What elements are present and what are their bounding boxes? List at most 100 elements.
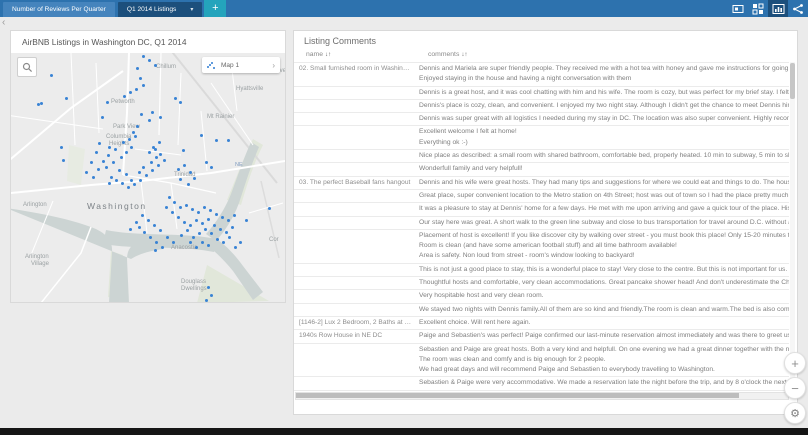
map-point[interactable]	[198, 232, 201, 235]
name-cell[interactable]	[294, 88, 412, 98]
map-point[interactable]	[122, 141, 125, 144]
map-point[interactable]	[142, 166, 145, 169]
map-point[interactable]	[142, 84, 145, 87]
map-point[interactable]	[158, 141, 161, 144]
map-point[interactable]	[136, 67, 139, 70]
map-point[interactable]	[128, 138, 131, 141]
map-canvas[interactable]: ChillumRiveHyattsvillePetworthMt Rainier…	[11, 53, 285, 302]
table-row[interactable]: [1146-2] Lux 2 Bedroom, 2 Baths at G... E…	[294, 315, 789, 329]
map-point[interactable]	[231, 226, 234, 229]
table-row[interactable]: It was a pleasure to stay at Dennis' hom…	[294, 202, 789, 215]
table-row[interactable]: 1940s Row House in NE DC Paige and Sebast…	[294, 329, 789, 342]
map-point[interactable]	[95, 151, 98, 154]
comment-cell[interactable]: Dennis and his wife were great hosts. Th…	[412, 178, 789, 188]
map-point[interactable]	[141, 214, 144, 217]
map-point[interactable]	[200, 134, 203, 137]
table-row[interactable]: This is not just a good place to stay, t…	[294, 262, 789, 276]
table-row[interactable]: We stayed two nights with Dennis family.…	[294, 302, 789, 316]
map-point[interactable]	[115, 179, 118, 182]
name-cell[interactable]	[294, 278, 412, 288]
map-point[interactable]	[118, 169, 121, 172]
map-point[interactable]	[189, 171, 192, 174]
name-cell[interactable]: 03. The perfect Baseball fans hangout	[294, 178, 412, 188]
map-point[interactable]	[189, 241, 192, 244]
map-point[interactable]	[210, 232, 213, 235]
map-point[interactable]	[189, 224, 192, 227]
name-cell[interactable]	[294, 101, 412, 111]
map-point[interactable]	[138, 226, 141, 229]
map-point[interactable]	[92, 176, 95, 179]
map-point[interactable]	[112, 161, 115, 164]
map-point[interactable]	[129, 228, 132, 231]
map-point[interactable]	[179, 101, 182, 104]
map-point[interactable]	[183, 164, 186, 167]
table-row[interactable]: 02. Small furnished room in Washingt... D…	[294, 62, 789, 86]
map-point[interactable]	[205, 299, 208, 302]
table-row[interactable]: Thoughtful hosts and comfortable, very c…	[294, 276, 789, 289]
map-point[interactable]	[195, 246, 198, 249]
add-tab-button[interactable]: +	[204, 0, 227, 17]
map-point[interactable]	[205, 161, 208, 164]
map-point[interactable]	[210, 166, 213, 169]
table-row[interactable]: Wonderfull family and very helpfull!	[294, 162, 789, 175]
map-point[interactable]	[165, 206, 168, 209]
map-point[interactable]	[225, 231, 228, 234]
map-point[interactable]	[142, 55, 145, 58]
column-header-comments[interactable]: comments ↓↑	[428, 51, 467, 58]
name-cell[interactable]: 02. Small furnished room in Washingt...	[294, 64, 412, 85]
table-row[interactable]: Placement of host is excellent! If you l…	[294, 228, 789, 263]
map-point[interactable]	[207, 244, 210, 247]
map-layer-selector[interactable]: Map 1 ›	[202, 57, 280, 73]
tab-number-of-reviews[interactable]: Number of Reviews Per Quarter	[3, 2, 115, 17]
sort-icon[interactable]: ↓↑	[461, 52, 467, 58]
map-point[interactable]	[207, 286, 210, 289]
share-icon[interactable]	[788, 0, 808, 17]
map-point[interactable]	[120, 156, 123, 159]
name-cell[interactable]	[294, 204, 412, 214]
map-point[interactable]	[182, 149, 185, 152]
map-point[interactable]	[108, 146, 111, 149]
map-point[interactable]	[114, 148, 117, 151]
name-cell[interactable]	[294, 231, 412, 262]
map-point[interactable]	[130, 179, 133, 182]
map-point[interactable]	[233, 214, 236, 217]
name-cell[interactable]	[294, 345, 412, 376]
map-point[interactable]	[121, 182, 124, 185]
map-point[interactable]	[134, 135, 137, 138]
map-point[interactable]	[133, 183, 136, 186]
map-point[interactable]	[227, 219, 230, 222]
map-point[interactable]	[125, 151, 128, 154]
map-point[interactable]	[173, 201, 176, 204]
map-point[interactable]	[155, 156, 158, 159]
map-point[interactable]	[168, 196, 171, 199]
vertical-scrollbar-thumb[interactable]	[790, 63, 795, 99]
map-point[interactable]	[185, 204, 188, 207]
name-cell[interactable]	[294, 305, 412, 315]
map-point[interactable]	[180, 234, 183, 237]
table-row[interactable]: Sebastien & Paige were very accommodativ…	[294, 376, 789, 389]
map-point[interactable]	[159, 229, 162, 232]
map-point[interactable]	[127, 186, 130, 189]
column-header-name[interactable]: name ↓↑	[306, 51, 331, 58]
map-point[interactable]	[150, 161, 153, 164]
map-point[interactable]	[183, 221, 186, 224]
table-row[interactable]: Great place, super convenient location t…	[294, 188, 789, 202]
name-cell[interactable]: 1940s Row House in NE DC	[294, 331, 412, 341]
map-point[interactable]	[154, 64, 157, 67]
map-point[interactable]	[174, 97, 177, 100]
map-point[interactable]	[171, 211, 174, 214]
map-point[interactable]	[143, 231, 146, 234]
name-cell[interactable]	[294, 191, 412, 201]
map-point[interactable]	[85, 171, 88, 174]
table-row[interactable]: Our stay here was great. A short walk to…	[294, 215, 789, 229]
map-point[interactable]	[148, 151, 151, 154]
map-point[interactable]	[132, 131, 135, 134]
comment-cell[interactable]: Dennis was super great with all logistic…	[412, 114, 789, 124]
chevron-down-icon[interactable]: ▾	[190, 6, 193, 13]
comment-cell[interactable]: Placement of host is excellent! If you l…	[412, 231, 789, 262]
map-point[interactable]	[191, 208, 194, 211]
map-point[interactable]	[107, 154, 110, 157]
name-cell[interactable]	[294, 265, 412, 275]
map-point[interactable]	[239, 241, 242, 244]
comment-cell[interactable]: Dennis's place is cozy, clean, and conve…	[412, 101, 789, 111]
